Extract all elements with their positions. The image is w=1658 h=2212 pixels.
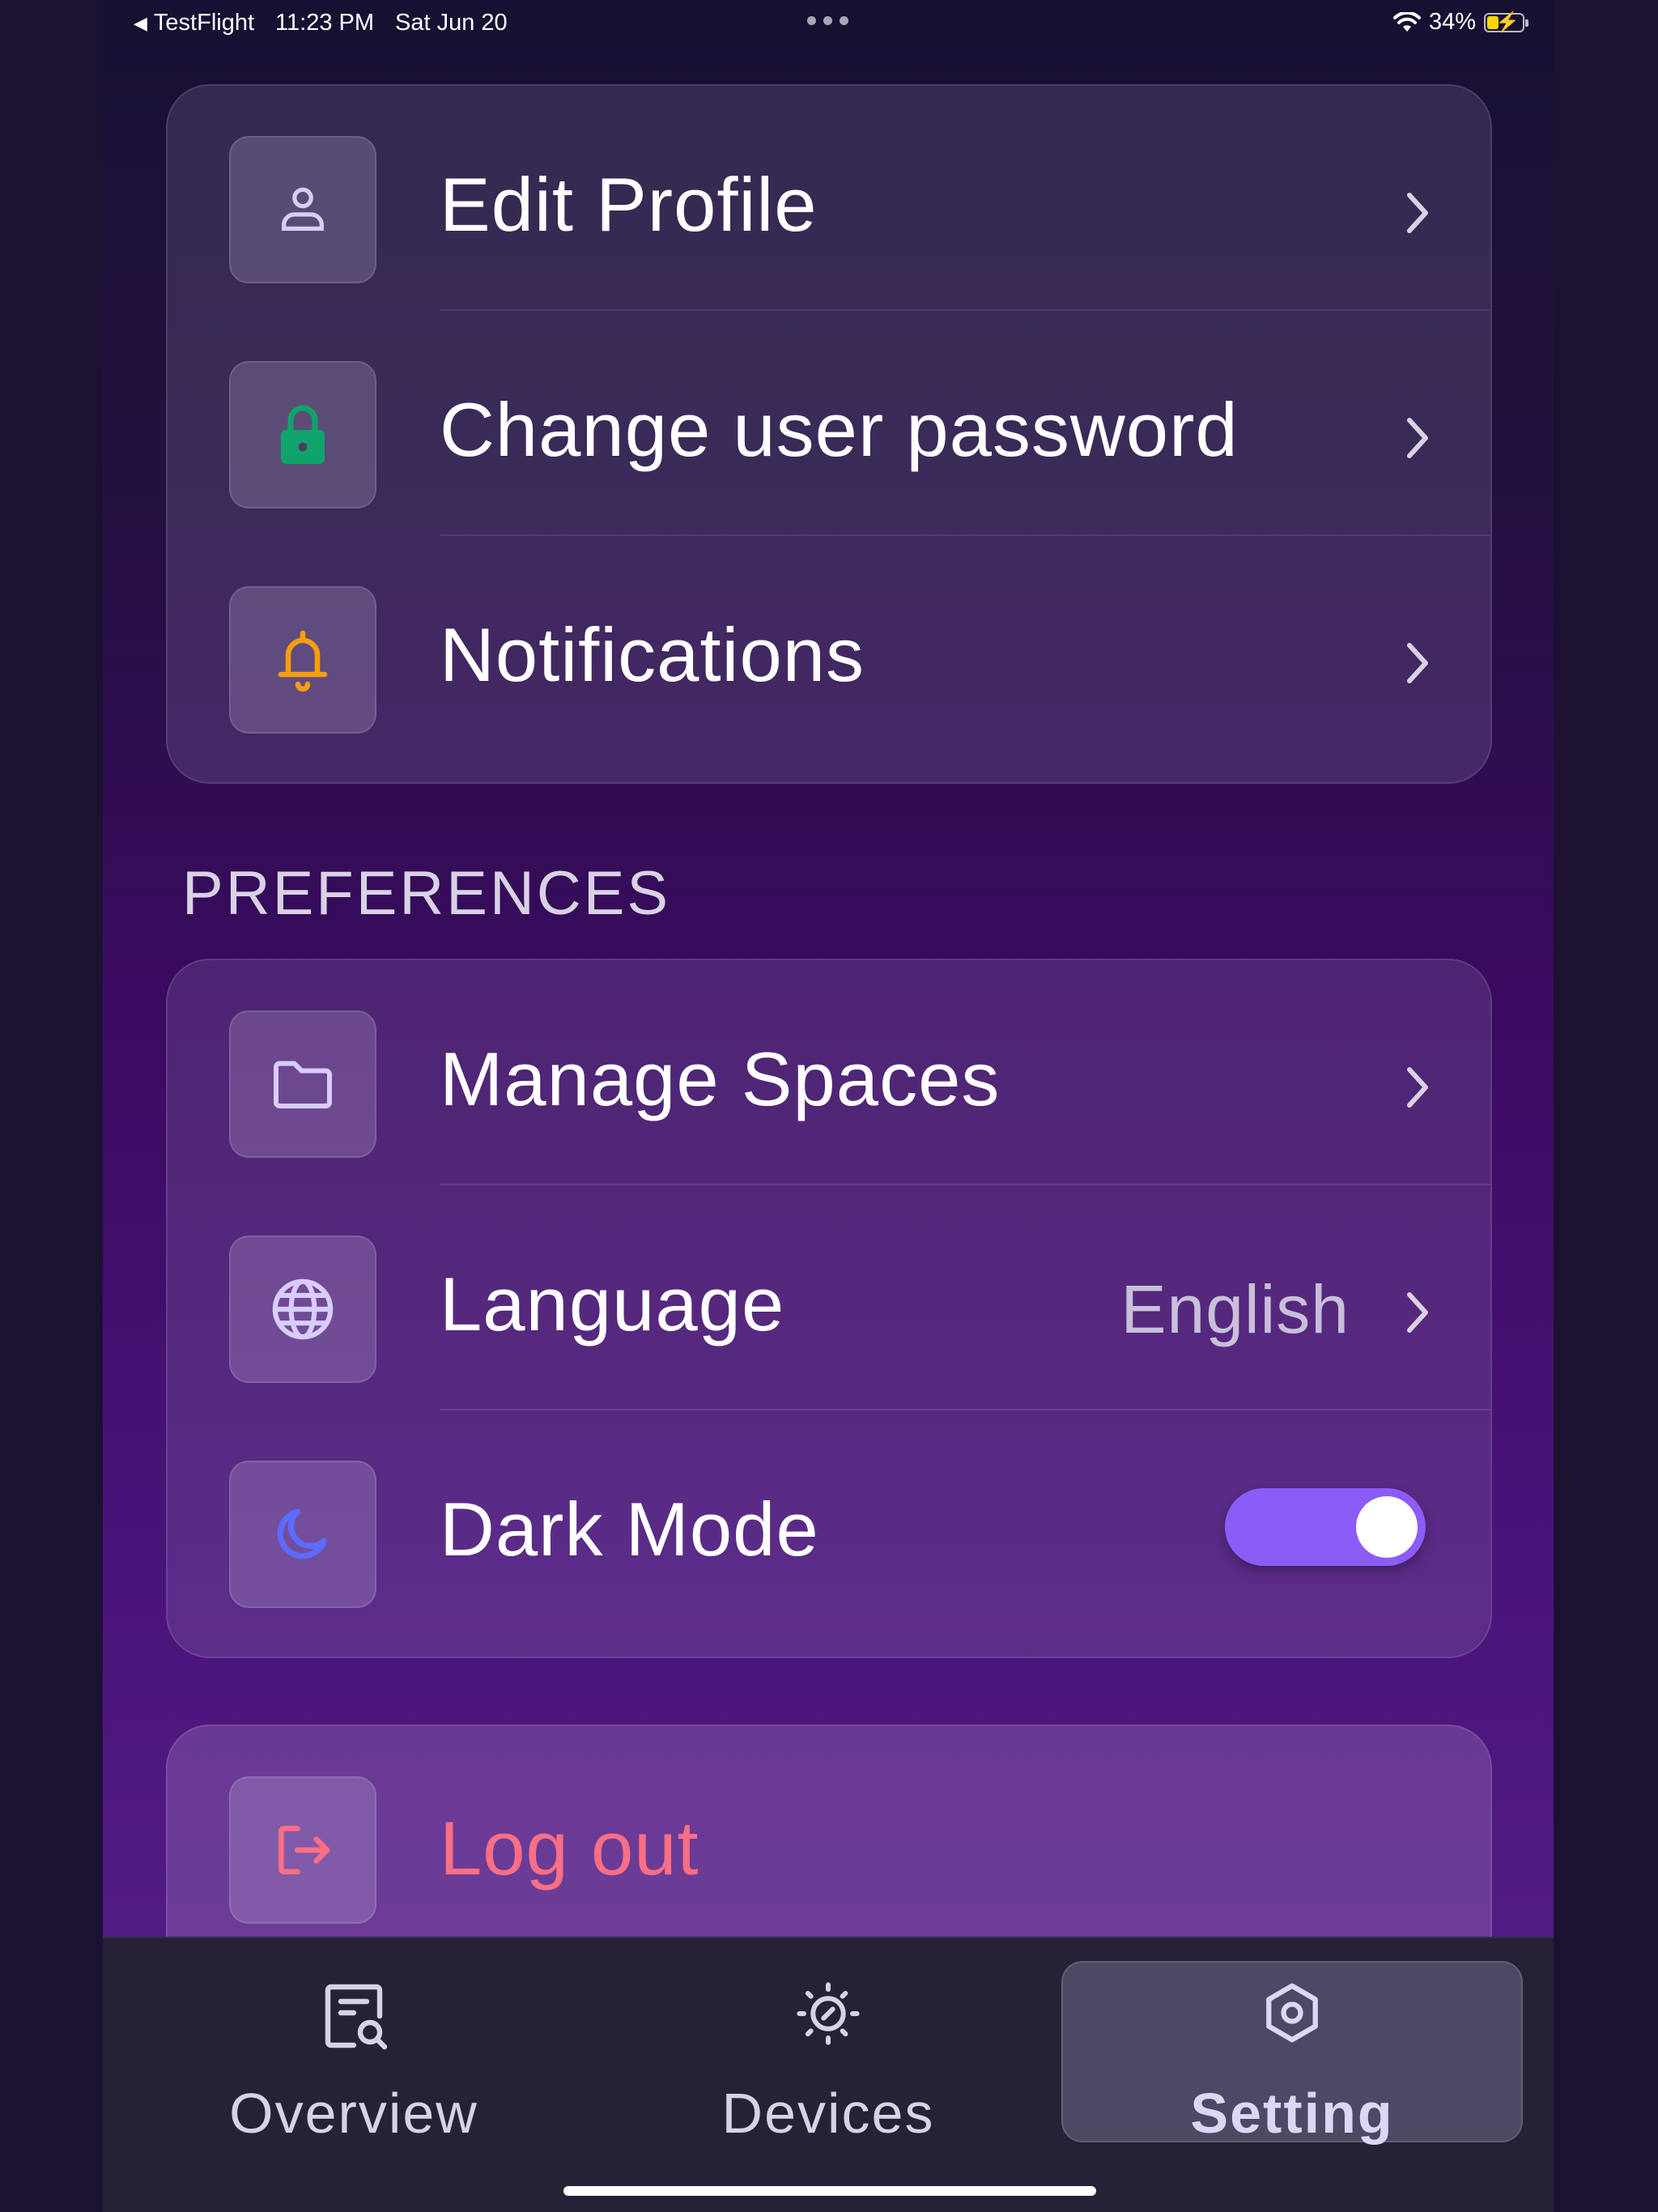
tab-devices[interactable]: Devices [597, 1961, 1059, 2145]
back-app-label[interactable]: TestFlight [154, 10, 254, 36]
chevron-right-icon [1407, 418, 1428, 458]
edit-profile-label: Edit Profile [440, 162, 818, 247]
icon-tile [229, 1236, 376, 1383]
chevron-right-icon [1407, 1067, 1428, 1108]
status-bar: ◀ TestFlight 11:23 PM Sat Jun 20 34% ⚡ [103, 0, 1554, 47]
icon-tile [229, 1776, 376, 1924]
settings-hexagon-icon [1266, 1983, 1318, 2043]
notifications-label: Notifications [440, 612, 865, 697]
manage-spaces-row[interactable]: Manage Spaces [168, 960, 1490, 1185]
change-password-row[interactable]: Change user password [168, 311, 1490, 536]
tab-overview[interactable]: Overview [123, 1961, 585, 2145]
chevron-right-icon [1407, 1292, 1428, 1333]
devices-icon [797, 1982, 860, 2045]
notifications-row[interactable]: Notifications [168, 536, 1490, 761]
icon-tile [229, 361, 376, 508]
account-settings-card: Edit Profile Change user password Notifi… [166, 84, 1492, 784]
back-arrow-icon[interactable]: ◀ [134, 13, 147, 34]
battery-icon: ⚡ [1484, 11, 1528, 33]
dark-mode-toggle[interactable] [1225, 1488, 1426, 1566]
icon-tile [229, 586, 376, 734]
chevron-right-icon [1407, 643, 1428, 683]
language-row[interactable]: Language English [168, 1185, 1490, 1410]
preferences-section-title: PREFERENCES [182, 859, 671, 928]
globe-icon [272, 1278, 334, 1340]
home-indicator [563, 2186, 1096, 2196]
dark-mode-row: Dark Mode [168, 1410, 1490, 1636]
wifi-icon [1392, 11, 1421, 32]
language-label: Language [440, 1261, 785, 1346]
manage-spaces-label: Manage Spaces [440, 1036, 1001, 1121]
bell-icon [278, 630, 328, 692]
tab-setting[interactable]: Setting [1061, 1961, 1523, 2145]
tab-overview-label: Overview [229, 2082, 478, 2145]
icon-tile [229, 1010, 376, 1158]
tab-bar: Overview Devices Setting [103, 1937, 1554, 2212]
battery-percent: 34% [1428, 9, 1476, 35]
folder-icon [274, 1061, 332, 1108]
chevron-right-icon [1407, 193, 1428, 233]
icon-tile [229, 136, 376, 283]
tab-devices-label: Devices [721, 2082, 935, 2145]
logout-icon [278, 1826, 330, 1874]
language-value: English [1120, 1271, 1350, 1347]
status-time: 11:23 PM [275, 10, 375, 36]
edit-profile-row[interactable]: Edit Profile [168, 86, 1490, 311]
lock-icon [281, 405, 325, 464]
status-date: Sat Jun 20 [395, 10, 508, 36]
toggle-knob [1356, 1496, 1418, 1558]
moon-icon [277, 1508, 327, 1559]
tab-setting-label: Setting [1190, 2082, 1394, 2145]
logout-row[interactable]: Log out [168, 1726, 1490, 1951]
logout-label: Log out [440, 1806, 699, 1891]
multitasking-dots-icon[interactable] [807, 16, 848, 25]
report-search-icon [325, 1984, 388, 2050]
icon-tile [229, 1461, 376, 1608]
preferences-card: Manage Spaces Language English Dark Mode [166, 959, 1492, 1658]
app-screen: ◀ TestFlight 11:23 PM Sat Jun 20 34% ⚡ E… [103, 0, 1554, 2212]
change-password-label: Change user password [440, 387, 1239, 472]
dark-mode-label: Dark Mode [440, 1487, 819, 1572]
user-icon [282, 187, 324, 231]
